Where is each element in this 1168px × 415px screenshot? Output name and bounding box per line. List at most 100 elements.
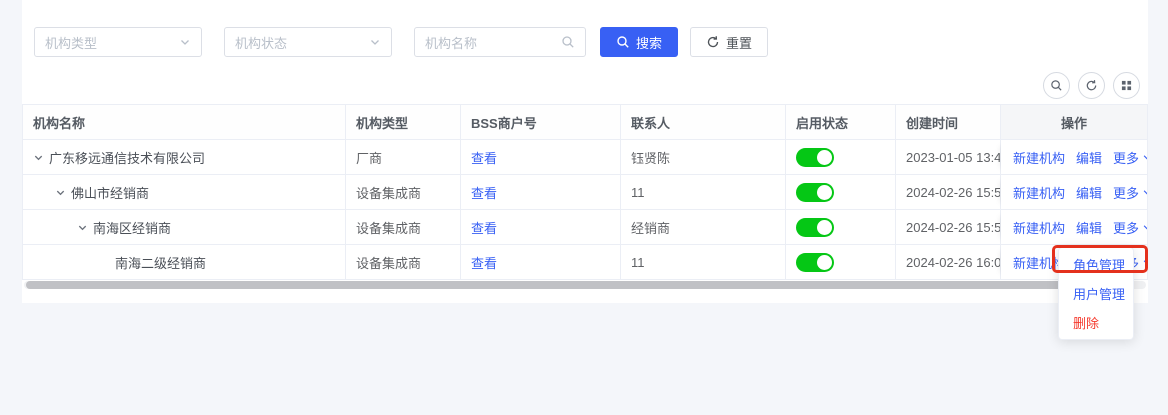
more-link[interactable]: 更多 [1113, 148, 1147, 167]
actions-cell: 新建机构 编辑 更多 [1001, 140, 1147, 174]
enable-toggle[interactable] [796, 253, 834, 272]
edit-link[interactable]: 编辑 [1076, 148, 1102, 167]
edit-link[interactable]: 编辑 [1076, 218, 1102, 237]
more-dropdown-menu: 角色管理用户管理删除 [1058, 247, 1134, 340]
more-link[interactable]: 更多 [1113, 218, 1147, 237]
table-toolbar [1043, 72, 1140, 99]
org-name-cell: 南海二级经销商 [23, 245, 346, 279]
col-header-org-type: 机构类型 [346, 105, 461, 139]
table-refresh-button[interactable] [1078, 72, 1105, 99]
col-header-org-name: 机构名称 [23, 105, 346, 139]
horizontal-scrollbar-thumb[interactable] [26, 281, 1098, 289]
reset-button-label: 重置 [726, 33, 752, 52]
column-settings-button[interactable] [1113, 72, 1140, 99]
reset-button[interactable]: 重置 [690, 27, 768, 57]
column-settings-icon [1121, 80, 1132, 91]
menu-item-user-management[interactable]: 用户管理 [1059, 279, 1133, 308]
contact-cell: 经销商 [621, 210, 786, 244]
status-cell [786, 175, 896, 209]
status-cell [786, 140, 896, 174]
org-status-select[interactable]: 机构状态 [224, 27, 392, 57]
org-name-cell: 南海区经销商 [23, 210, 346, 244]
org-status-placeholder: 机构状态 [235, 33, 287, 52]
table-body: 广东移远通信技术有限公司 厂商 查看 钰贤陈 2023-01-05 13:40 … [23, 140, 1147, 280]
bss-id-cell: 查看 [461, 140, 621, 174]
chevron-down-icon [179, 36, 191, 48]
contact-cell: 11 [621, 245, 786, 279]
org-type-cell: 设备集成商 [346, 175, 461, 209]
chevron-down-icon [1142, 257, 1147, 267]
actions-cell: 新建机构 编辑 更多 [1001, 175, 1147, 209]
expand-arrow-icon[interactable] [55, 187, 66, 198]
actions-cell: 新建机构 编辑 更多 [1001, 210, 1147, 244]
bss-id-cell: 查看 [461, 175, 621, 209]
table-header-row: 机构名称 机构类型 BSS商户号 联系人 启用状态 创建时间 操作 [23, 105, 1147, 140]
more-link-label: 更多 [1113, 218, 1139, 237]
org-name-text: 南海二级经销商 [115, 253, 206, 272]
enable-toggle[interactable] [796, 218, 834, 237]
chevron-down-icon [369, 36, 381, 48]
col-header-actions: 操作 [1001, 105, 1147, 139]
enable-toggle[interactable] [796, 183, 834, 202]
org-name-cell: 佛山市经销商 [23, 175, 346, 209]
menu-item-delete[interactable]: 删除 [1059, 308, 1133, 337]
contact-cell: 11 [621, 175, 786, 209]
view-link[interactable]: 查看 [471, 253, 497, 272]
table-search-button[interactable] [1043, 72, 1070, 99]
org-type-cell: 设备集成商 [346, 245, 461, 279]
view-link[interactable]: 查看 [471, 148, 497, 167]
new-org-link[interactable]: 新建机构 [1013, 148, 1065, 167]
new-org-link[interactable]: 新建机构 [1013, 183, 1065, 202]
col-header-bss-id: BSS商户号 [461, 105, 621, 139]
horizontal-scrollbar-track[interactable] [24, 281, 1146, 289]
col-header-status: 启用状态 [786, 105, 896, 139]
enable-toggle[interactable] [796, 148, 834, 167]
created-cell: 2024-02-26 15:52 [896, 175, 1001, 209]
search-button[interactable]: 搜索 [600, 27, 678, 57]
menu-item-role-management[interactable]: 角色管理 [1059, 250, 1133, 279]
chevron-down-icon [1142, 187, 1147, 197]
col-header-created: 创建时间 [896, 105, 1001, 139]
table-row: 广东移远通信技术有限公司 厂商 查看 钰贤陈 2023-01-05 13:40 … [23, 140, 1147, 175]
bss-id-cell: 查看 [461, 210, 621, 244]
org-name-text: 广东移远通信技术有限公司 [49, 148, 205, 167]
org-type-select[interactable]: 机构类型 [34, 27, 202, 57]
table-row: 佛山市经销商 设备集成商 查看 11 2024-02-26 15:52 新建机构… [23, 175, 1147, 210]
table-row: 南海二级经销商 设备集成商 查看 11 2024-02-26 16:00 新建机… [23, 245, 1147, 280]
view-link[interactable]: 查看 [471, 218, 497, 237]
search-icon [616, 35, 630, 49]
search-icon [561, 35, 575, 49]
search-icon [1050, 79, 1063, 92]
filter-bar: 机构类型 机构状态 机构名称 搜索 重置 [34, 27, 768, 57]
chevron-down-icon [1142, 152, 1147, 162]
chevron-down-icon [1142, 222, 1147, 232]
more-link-label: 更多 [1113, 148, 1139, 167]
created-cell: 2024-02-26 16:00 [896, 245, 1001, 279]
org-type-cell: 厂商 [346, 140, 461, 174]
expand-arrow-icon[interactable] [77, 222, 88, 233]
status-cell [786, 210, 896, 244]
view-link[interactable]: 查看 [471, 183, 497, 202]
more-link[interactable]: 更多 [1113, 183, 1147, 202]
org-type-placeholder: 机构类型 [45, 33, 97, 52]
refresh-icon [706, 35, 720, 49]
org-type-cell: 设备集成商 [346, 210, 461, 244]
org-name-placeholder: 机构名称 [425, 33, 477, 52]
contact-cell: 钰贤陈 [621, 140, 786, 174]
bss-id-cell: 查看 [461, 245, 621, 279]
org-name-text: 南海区经销商 [93, 218, 171, 237]
status-cell [786, 245, 896, 279]
org-name-text: 佛山市经销商 [71, 183, 149, 202]
edit-link[interactable]: 编辑 [1076, 183, 1102, 202]
new-org-link[interactable]: 新建机构 [1013, 218, 1065, 237]
org-table: 机构名称 机构类型 BSS商户号 联系人 启用状态 创建时间 操作 广东移远通信… [22, 104, 1148, 280]
col-header-contact: 联系人 [621, 105, 786, 139]
created-cell: 2023-01-05 13:40 [896, 140, 1001, 174]
search-button-label: 搜索 [636, 33, 662, 52]
org-name-input[interactable]: 机构名称 [414, 27, 586, 57]
more-link-label: 更多 [1113, 183, 1139, 202]
org-name-cell: 广东移远通信技术有限公司 [23, 140, 346, 174]
content-card: 机构类型 机构状态 机构名称 搜索 重置 [22, 0, 1148, 303]
table-row: 南海区经销商 设备集成商 查看 经销商 2024-02-26 15:59 新建机… [23, 210, 1147, 245]
expand-arrow-icon[interactable] [33, 152, 44, 163]
